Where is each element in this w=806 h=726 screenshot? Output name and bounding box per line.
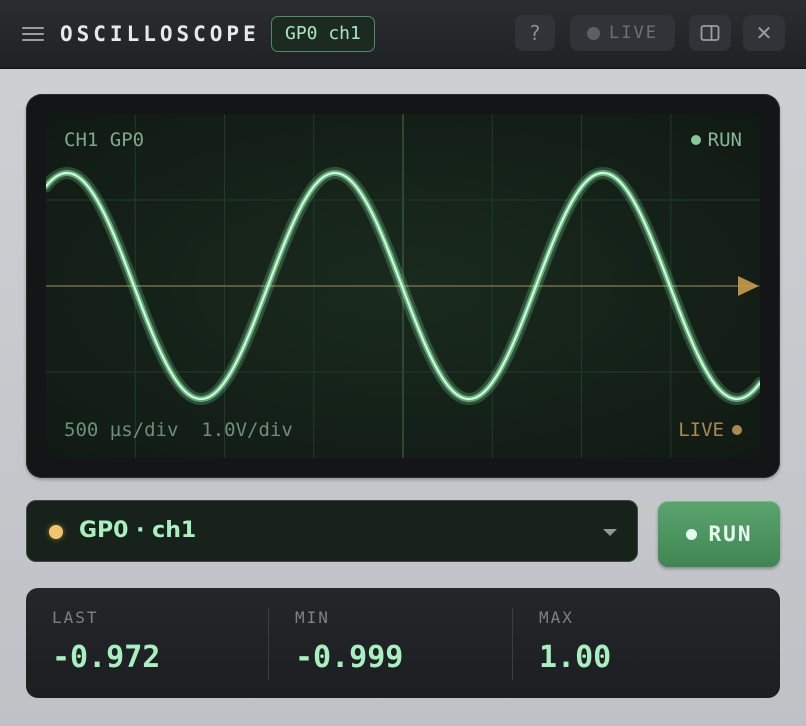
stat-last-value: -0.972 [52, 640, 161, 675]
channel-select-value: GP0 · ch1 [79, 518, 197, 543]
scope-screen: CH1 GP0 RUN 500 µs/div 1.0V/div LIVE [46, 114, 760, 458]
timebase-readout: 500 µs/div [64, 419, 179, 441]
help-icon: ? [529, 21, 541, 45]
app-title: OSCILLOSCOPE [60, 22, 260, 46]
oscilloscope-window: OSCILLOSCOPE GP0 ch1 ? LIVE ✕ CH1 GP0 RU… [0, 0, 806, 726]
stat-last: LAST -0.972 [26, 588, 269, 698]
chevron-down-icon [603, 529, 617, 536]
title-bar: OSCILLOSCOPE GP0 ch1 ? LIVE ✕ [0, 0, 806, 69]
screen-live-label: LIVE [678, 419, 724, 441]
stats-panel: LAST -0.972 MIN -0.999 MAX 1.00 [26, 588, 780, 698]
stat-min: MIN -0.999 [269, 588, 512, 698]
close-icon: ✕ [755, 21, 773, 45]
scope-frame: CH1 GP0 RUN 500 µs/div 1.0V/div LIVE [26, 94, 780, 478]
screen-scale-readout: 500 µs/div 1.0V/div [64, 419, 293, 441]
live-status-dot-icon [587, 26, 601, 40]
stat-max-label: MAX [539, 608, 574, 627]
live-toggle-button[interactable]: LIVE [570, 15, 675, 51]
run-button-label: RUN [708, 522, 753, 546]
close-button[interactable]: ✕ [743, 15, 785, 51]
run-dot-icon [685, 528, 697, 540]
scope-graticule-and-trace [46, 114, 760, 458]
channel-select[interactable]: GP0 · ch1 [26, 500, 638, 562]
run-button[interactable]: RUN [658, 501, 780, 567]
stat-min-label: MIN [295, 608, 330, 627]
live-button-label: LIVE [609, 23, 658, 43]
channel-badge: GP0 ch1 [271, 16, 375, 52]
help-button[interactable]: ? [515, 15, 555, 51]
trigger-marker-icon [738, 276, 759, 296]
screen-live-indicator: LIVE [678, 419, 742, 441]
live-dot-icon [732, 425, 742, 435]
stat-last-label: LAST [52, 608, 99, 627]
stat-max-value: 1.00 [539, 640, 612, 675]
screen-run-label: RUN [707, 129, 742, 151]
volts-per-div-readout: 1.0V/div [201, 419, 293, 441]
stat-max: MAX 1.00 [513, 588, 756, 698]
screen-channel-label: CH1 GP0 [64, 129, 145, 151]
split-view-button[interactable] [689, 15, 731, 51]
stat-min-value: -0.999 [295, 640, 404, 675]
hamburger-menu-icon[interactable] [22, 25, 44, 43]
run-status-dot-icon [690, 135, 701, 145]
screen-run-indicator: RUN [690, 129, 742, 151]
split-panel-icon [700, 25, 720, 41]
channel-status-dot-icon [49, 525, 63, 539]
